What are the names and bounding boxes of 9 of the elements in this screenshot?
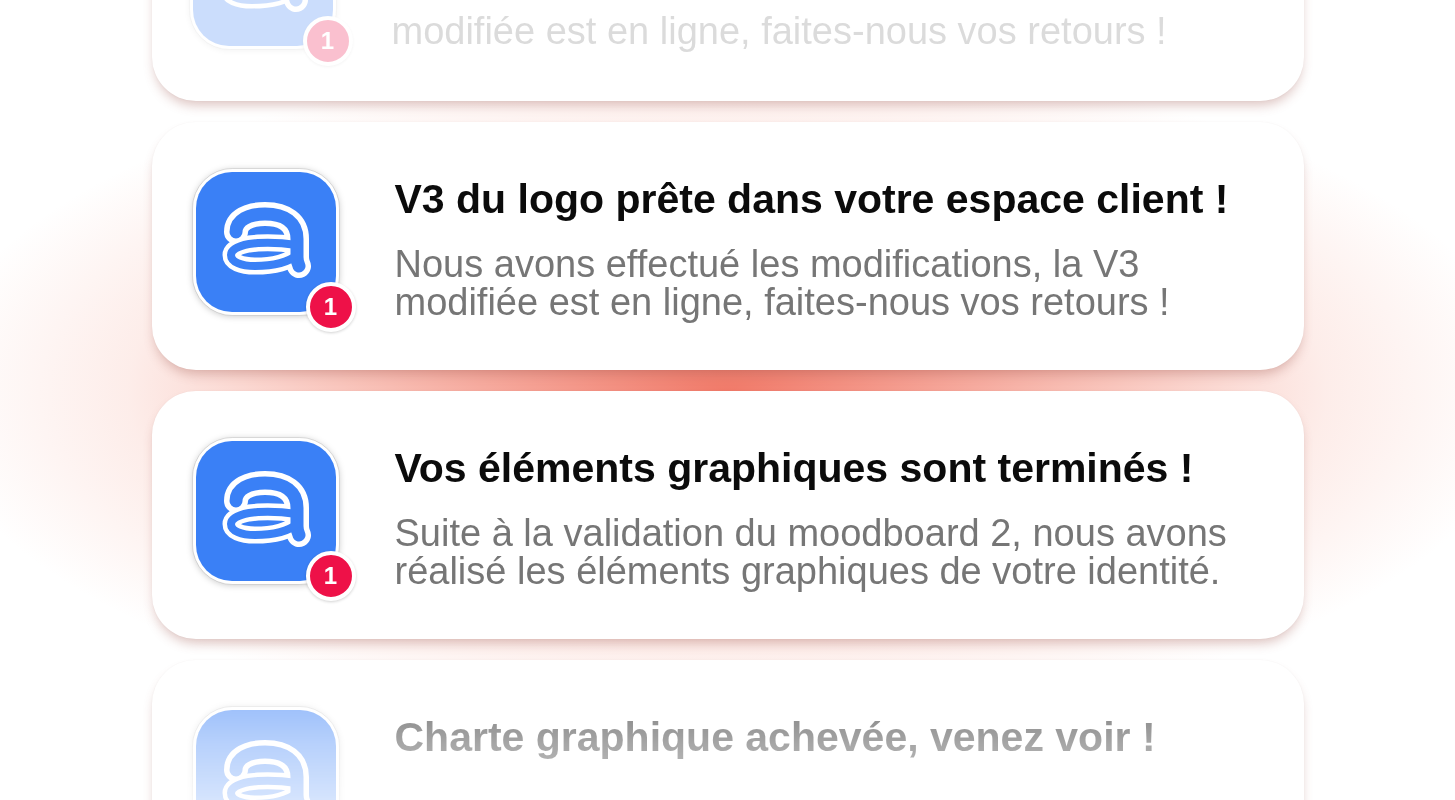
notification-card[interactable]: 1 V3 du logo prête dans votre espace client ! Nous avons effectué les modifications, la V3 modifiée est en ligne, faites-nous vos retours ! bbox=[151, 122, 1304, 370]
app-logo-icon bbox=[191, 168, 340, 316]
notification-title: Vos éléments graphiques sont terminés ! bbox=[394, 445, 1195, 491]
notification-title: V3 du logo prête dans votre espace client ! bbox=[394, 176, 1230, 222]
notification-title: Charte graphique achevée, venez voir ! bbox=[394, 714, 1157, 760]
notification-card[interactable]: 1 Vos éléments graphiques sont terminés ! Suite à la validation du moodboard 2, nous avons réalisé les éléments graphiques de votre identité. bbox=[151, 391, 1304, 639]
notification-message: Suite à la validation du moodboard 2, nous avons réalisé les éléments graphiques de votre identité. bbox=[394, 514, 1228, 590]
app-logo-icon bbox=[191, 437, 340, 585]
notification-message: Nous avons effectué les modifications, la V3 modifiée est en ligne, faites-nous vos retours ! bbox=[394, 245, 1171, 321]
